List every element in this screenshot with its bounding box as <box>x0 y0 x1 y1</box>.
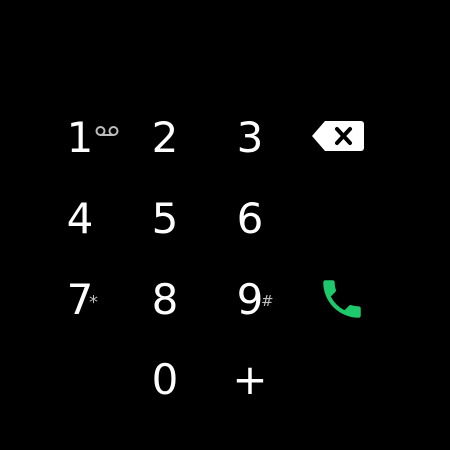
key-6-digit: 6 <box>236 194 264 243</box>
key-4[interactable]: 4 <box>45 187 115 251</box>
key-0-digit: 0 <box>151 355 179 404</box>
key-9-digit: 9 <box>236 275 264 324</box>
key-3[interactable]: 3 <box>215 106 285 170</box>
key-1[interactable]: 1 <box>45 106 119 170</box>
key-5[interactable]: 5 <box>130 187 200 251</box>
key-3-digit: 3 <box>236 113 264 162</box>
key-2-digit: 2 <box>151 113 179 162</box>
backspace-icon <box>311 119 365 157</box>
voicemail-icon <box>95 125 119 140</box>
backspace-button[interactable] <box>310 118 366 158</box>
dialer-screen: 1 2 3 4 5 6 7 * 8 9 # 0 + <box>0 0 450 450</box>
key-6[interactable]: 6 <box>215 187 285 251</box>
key-7[interactable]: 7 * <box>45 268 115 332</box>
key-plus-digit: + <box>232 355 268 404</box>
key-0[interactable]: 0 <box>130 348 200 412</box>
phone-call-icon <box>317 274 367 328</box>
key-8[interactable]: 8 <box>130 268 200 332</box>
call-button[interactable] <box>314 276 370 326</box>
key-plus[interactable]: + <box>215 348 285 412</box>
key-7-sub: * <box>89 292 98 313</box>
key-9[interactable]: 9 # <box>215 268 285 332</box>
key-8-digit: 8 <box>151 275 179 324</box>
key-2[interactable]: 2 <box>130 106 200 170</box>
key-9-sub: # <box>261 292 274 310</box>
key-1-digit: 1 <box>66 113 94 162</box>
key-5-digit: 5 <box>151 194 179 243</box>
key-4-digit: 4 <box>66 194 94 243</box>
